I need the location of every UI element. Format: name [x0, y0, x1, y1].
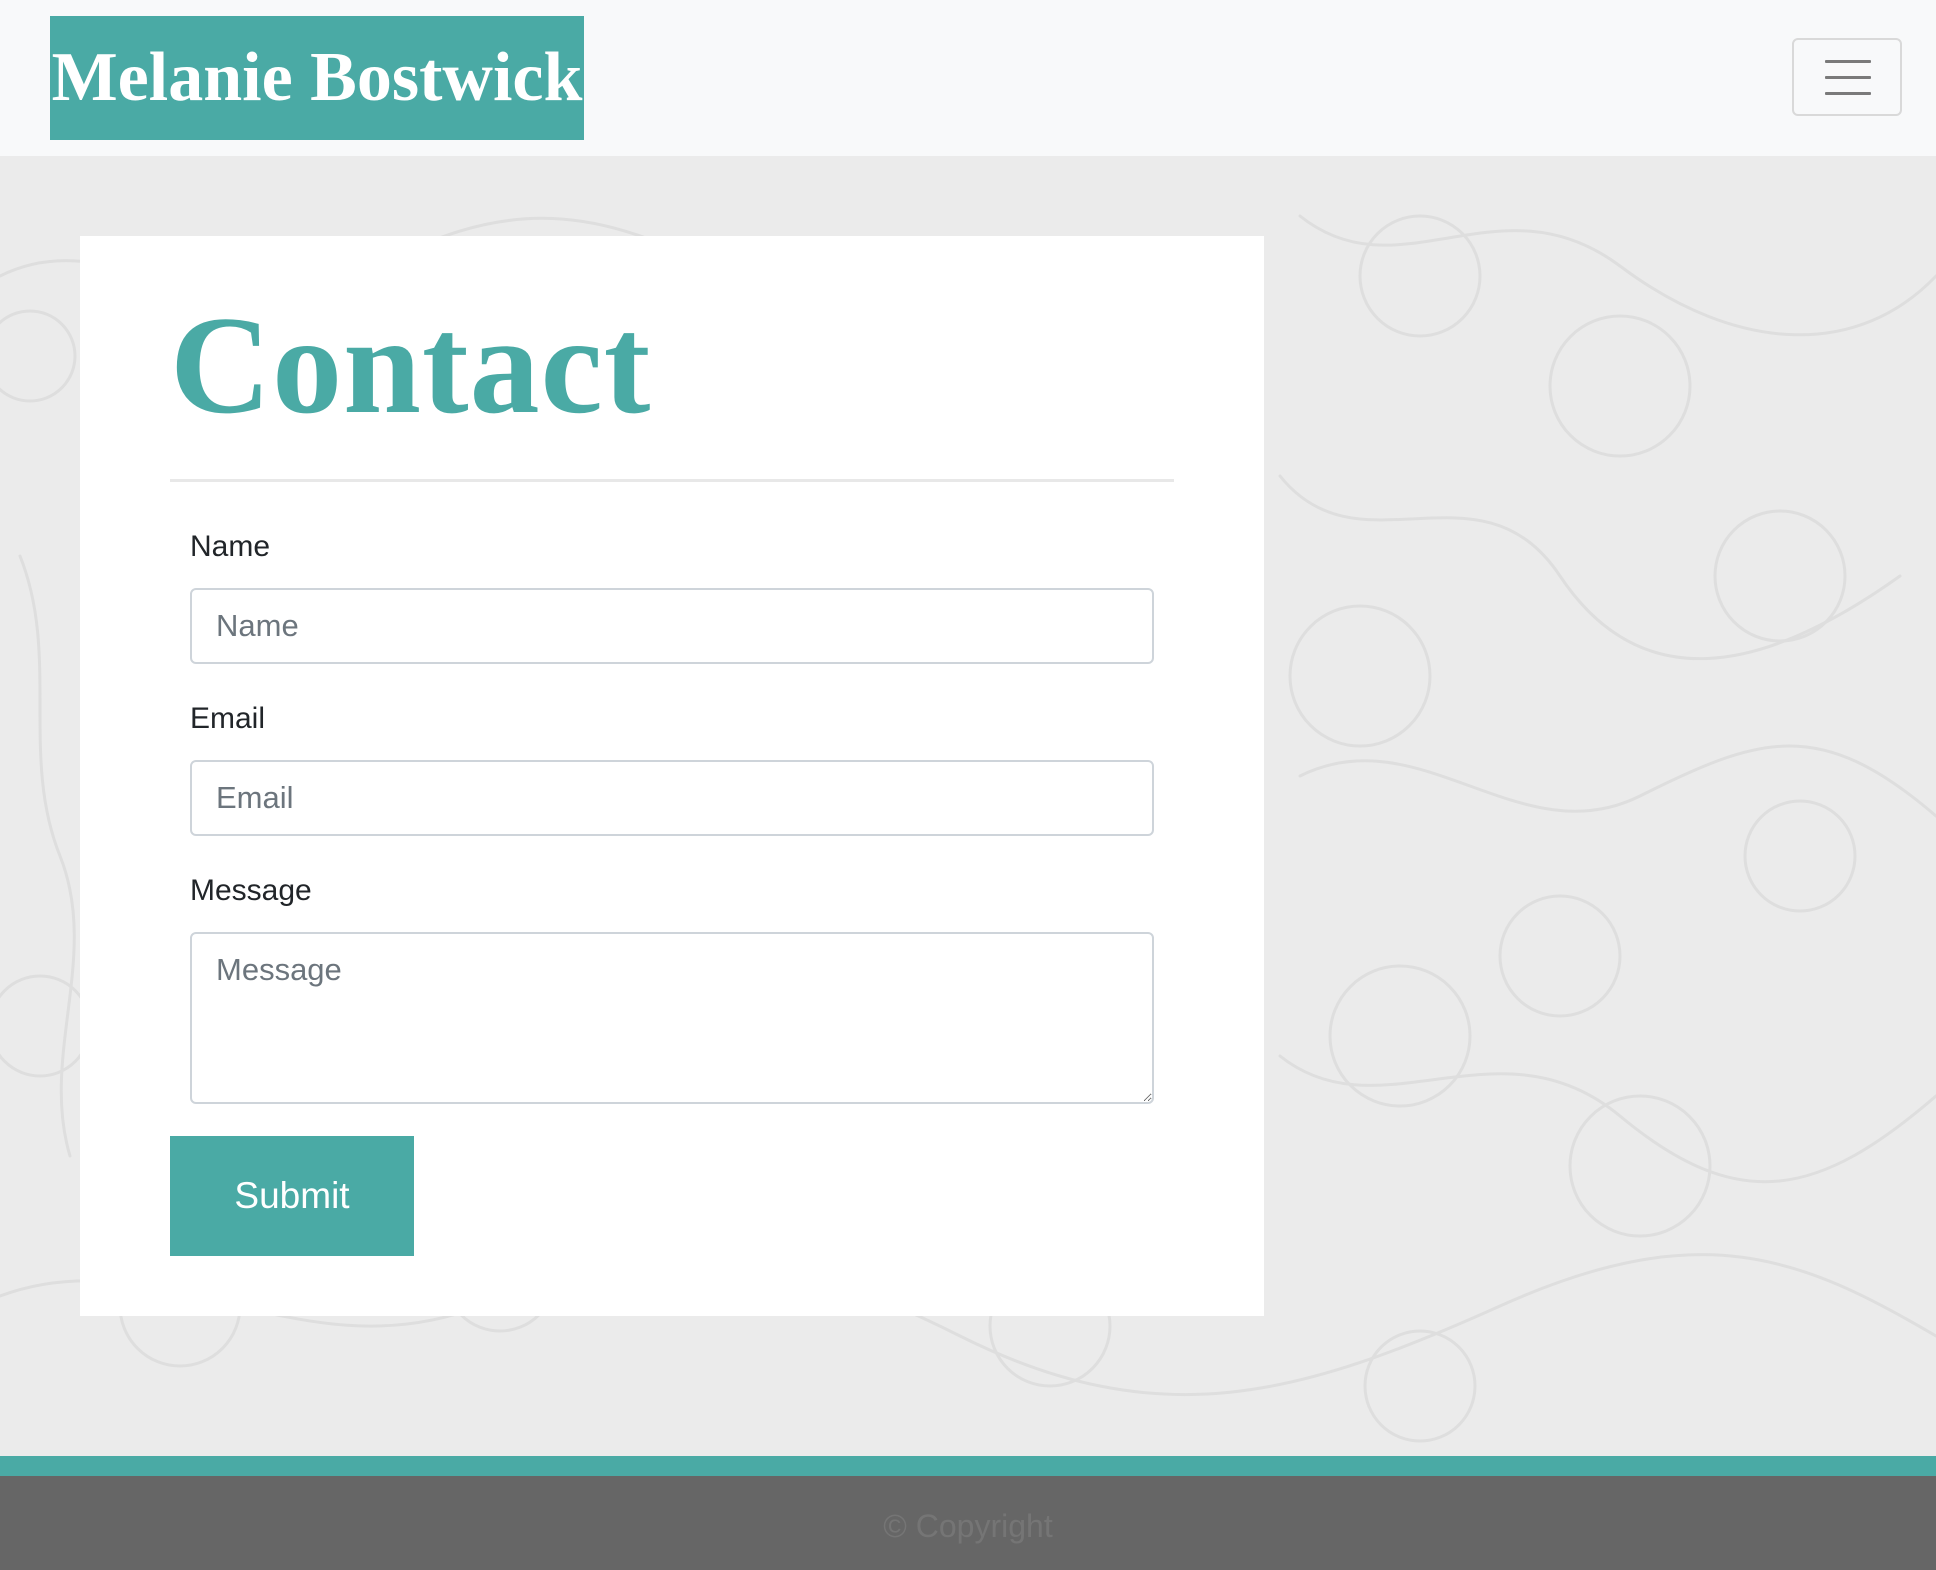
- footer: © Copyright: [0, 1476, 1936, 1570]
- navbar: Melanie Bostwick: [0, 0, 1936, 156]
- title-divider: [170, 479, 1174, 482]
- copyright-text: © Copyright: [883, 1508, 1053, 1544]
- name-label: Name: [190, 530, 271, 563]
- email-label: Email: [190, 702, 266, 735]
- page-title: Contact: [170, 288, 652, 443]
- submit-button[interactable]: Submit: [170, 1136, 414, 1256]
- brand-logo[interactable]: Melanie Bostwick: [50, 16, 584, 140]
- message-textarea[interactable]: [190, 932, 1154, 1104]
- navbar-toggler-button[interactable]: [1792, 38, 1902, 116]
- message-label: Message: [190, 874, 312, 907]
- name-input[interactable]: [190, 588, 1154, 664]
- contact-card: Contact Name Email Message Submit: [80, 236, 1264, 1316]
- footer-accent-stripe: [0, 1456, 1936, 1476]
- email-input[interactable]: [190, 760, 1154, 836]
